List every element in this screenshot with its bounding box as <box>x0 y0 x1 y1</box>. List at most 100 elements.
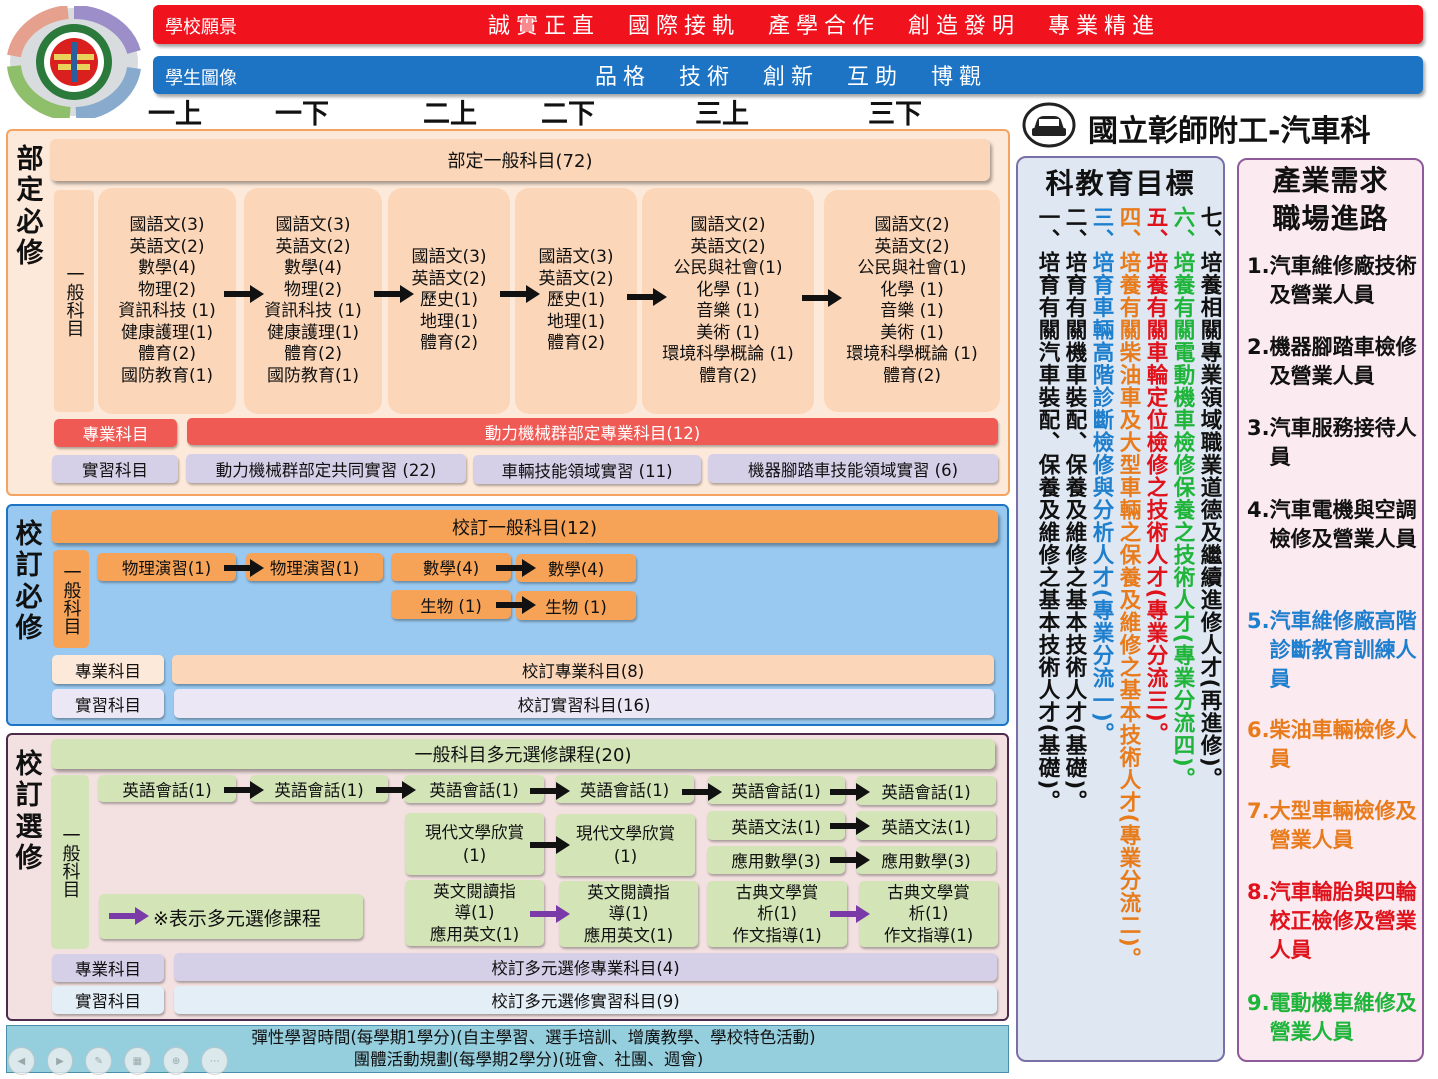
course-item: 國語文(2) <box>690 215 766 235</box>
elective-general-header: 一般科目多元選修課程(20) <box>51 739 995 769</box>
vision-text: 誠實正直 國際接軌 產學合作 創造發明 專業精進 <box>488 14 1161 39</box>
course-item: 英語文(2) <box>411 268 487 289</box>
course-item: 健康護理(1) <box>266 322 360 343</box>
course-item: 環境科學概論 (1) <box>846 344 978 364</box>
elective-legend: ※表示多元選修課程 <box>99 894 363 939</box>
course-pill: 英語會話(1) <box>404 775 544 803</box>
course-item: 物理(2) <box>137 279 197 300</box>
course-pill: 物理演習(1) <box>246 553 383 581</box>
course-item: 美術 (1) <box>696 322 760 343</box>
elective-practice-label: 實習科目 <box>52 986 164 1014</box>
pen-icon[interactable]: ✎ <box>85 1047 113 1075</box>
school-required-practice-label: 實習科目 <box>52 689 164 718</box>
flex-learning-line: 彈性學習時間(每學期1學分)(自主學習、選手培訓、增廣教學、學校特色活動) <box>251 1028 816 1047</box>
course-pill: 生物 (1) <box>391 590 511 619</box>
industry-item: 5. 汽車維修廠高階診斷教育訓練人員 <box>1247 609 1417 691</box>
group-activity-line: 團體活動規劃(每學期2學分)(班會、社團、週會) <box>353 1050 704 1069</box>
arrow-right-icon <box>627 288 667 306</box>
prev-slide-icon[interactable]: ◀ <box>8 1047 35 1075</box>
course-item: 國防教育(1) <box>266 365 360 386</box>
course-item: 地理(1) <box>419 311 479 332</box>
next-slide-icon[interactable]: ▶ <box>46 1047 74 1075</box>
industry-title: 產業需求 職場進路 <box>1272 164 1389 235</box>
course-item: 健康護理(1) <box>120 322 214 343</box>
course-item: 國語文(3) <box>275 215 351 235</box>
industry-item: 3. 汽車服務接待人員 <box>1247 416 1417 469</box>
education-goals-list: 七、培養相關專業領域職業道德及繼續進修人才(再進修)。 六、培養有關電動機車檢修… <box>1017 206 1223 1056</box>
course-item: 國語文(3) <box>538 247 614 268</box>
course-box: 國語文(2) 英語文(2) 公民與社會(1) 化學 (1) 音樂 (1) 美術 … <box>824 190 1000 412</box>
course-item: 公民與社會(1) <box>857 258 967 278</box>
school-logo <box>6 5 142 121</box>
arrow-right-icon <box>830 851 870 869</box>
arrow-right-icon <box>224 781 264 799</box>
course-item: 歷史(1) <box>546 290 606 311</box>
semester-label: 一上 <box>148 98 202 130</box>
ministry-professional-course: 動力機械群部定專業科目(12) <box>187 418 998 445</box>
goal-item: 六、培養有關電動機車檢修保養之技術人才(專業分流四)。 <box>1170 206 1195 791</box>
course-item: 英語文(2) <box>690 236 766 257</box>
course-pill: 現代文學欣賞(1) <box>405 813 544 875</box>
course-item: 數學(4) <box>137 258 197 278</box>
course-box: 國語文(3) 英語文(2) 數學(4) 物理(2) 資訊科技 (1) 健康護理(… <box>98 188 236 414</box>
ministry-side-label: 部定必修 <box>16 144 44 269</box>
course-item: 國防教育(1) <box>120 365 214 386</box>
zoom-icon[interactable]: ⊕ <box>162 1047 190 1075</box>
ministry-practice-course: 車輛技能領域實習 (11) <box>473 455 701 484</box>
course-pill: 英語會話(1) <box>555 775 694 803</box>
school-name: 國立彰師附工-汽車科 <box>1088 114 1371 149</box>
industry-item: 4. 汽車電機與空調檢修及營業人員 <box>1247 498 1417 551</box>
industry-item: 2. 機器腳踏車檢修及營業人員 <box>1247 335 1417 388</box>
school-required-professional-course: 校訂專業科目(8) <box>172 655 994 684</box>
ministry-professional-label: 專業科目 <box>54 419 177 447</box>
ministry-general-header: 部定一般科目(72) <box>50 139 990 181</box>
arrow-right-icon <box>496 596 536 614</box>
course-pill: 英語文法(1) <box>856 811 996 840</box>
course-item: 美術 (1) <box>880 322 944 343</box>
arrow-right-icon <box>500 285 540 303</box>
elective-professional-label: 專業科目 <box>52 954 164 982</box>
vision-bar: 學校願景 誠實正直 國際接軌 產學合作 創造發明 專業精進 <box>153 5 1423 44</box>
course-pill: 英語會話(1) <box>856 776 996 805</box>
course-pill: 英語文法(1) <box>707 811 845 840</box>
arrow-right-icon <box>530 836 570 854</box>
purple-arrow-icon <box>530 905 570 923</box>
course-item: 體育(2) <box>283 344 343 364</box>
course-box: 國語文(2) 英語文(2) 公民與社會(1) 化學 (1) 音樂 (1) 美術 … <box>642 188 814 414</box>
slides-grid-icon[interactable]: ▦ <box>124 1047 151 1075</box>
arrow-right-icon <box>530 782 570 800</box>
semester-label: 三上 <box>695 98 749 130</box>
portrait-bar: 學生圖像 品格 技術 創新 互助 博觀 <box>153 56 1423 94</box>
course-pill: 現代文學欣賞(1) <box>556 814 695 876</box>
vision-label: 學校願景 <box>165 17 237 38</box>
ministry-practice-label: 實習科目 <box>52 455 178 483</box>
elective-general-label: 一般科目 <box>51 775 89 949</box>
arrow-right-icon <box>682 783 722 801</box>
course-item: 國語文(3) <box>129 215 205 235</box>
elective-professional-course: 校訂多元選修專業科目(4) <box>174 953 997 981</box>
course-item: 體育(2) <box>698 365 758 386</box>
course-item: 體育(2) <box>419 333 479 354</box>
arrow-right-icon <box>802 289 842 307</box>
course-item: 資訊科技 (1) <box>118 301 216 321</box>
more-options-icon[interactable]: ⋯ <box>201 1047 229 1075</box>
elective-practice-course: 校訂多元選修實習科目(9) <box>174 986 997 1014</box>
arrow-right-icon <box>830 783 870 801</box>
course-item: 歷史(1) <box>419 290 479 311</box>
course-pill: 英語會話(1) <box>707 776 845 804</box>
course-item: 英語文(2) <box>275 236 351 257</box>
course-pill: 應用數學(3) <box>856 846 996 874</box>
school-required-side-label: 校訂必修 <box>15 519 43 644</box>
course-item: 英語文(2) <box>538 268 614 289</box>
course-item: 國語文(3) <box>411 247 487 268</box>
arrow-right-icon <box>224 559 264 577</box>
course-pill: 應用數學(3) <box>707 846 845 874</box>
course-pill: 英文閱讀指 導(1) 應用英文(1) <box>559 881 698 947</box>
arrow-right-icon <box>224 285 264 303</box>
course-item: 體育(2) <box>882 365 942 386</box>
ministry-general-label: 一般科目 <box>54 190 94 412</box>
course-item: 公民與社會(1) <box>673 258 783 278</box>
course-pill: 數學(4) <box>391 553 511 581</box>
elective-side-label: 校訂選修 <box>15 749 43 874</box>
school-required-general-label: 一般科目 <box>53 550 89 648</box>
